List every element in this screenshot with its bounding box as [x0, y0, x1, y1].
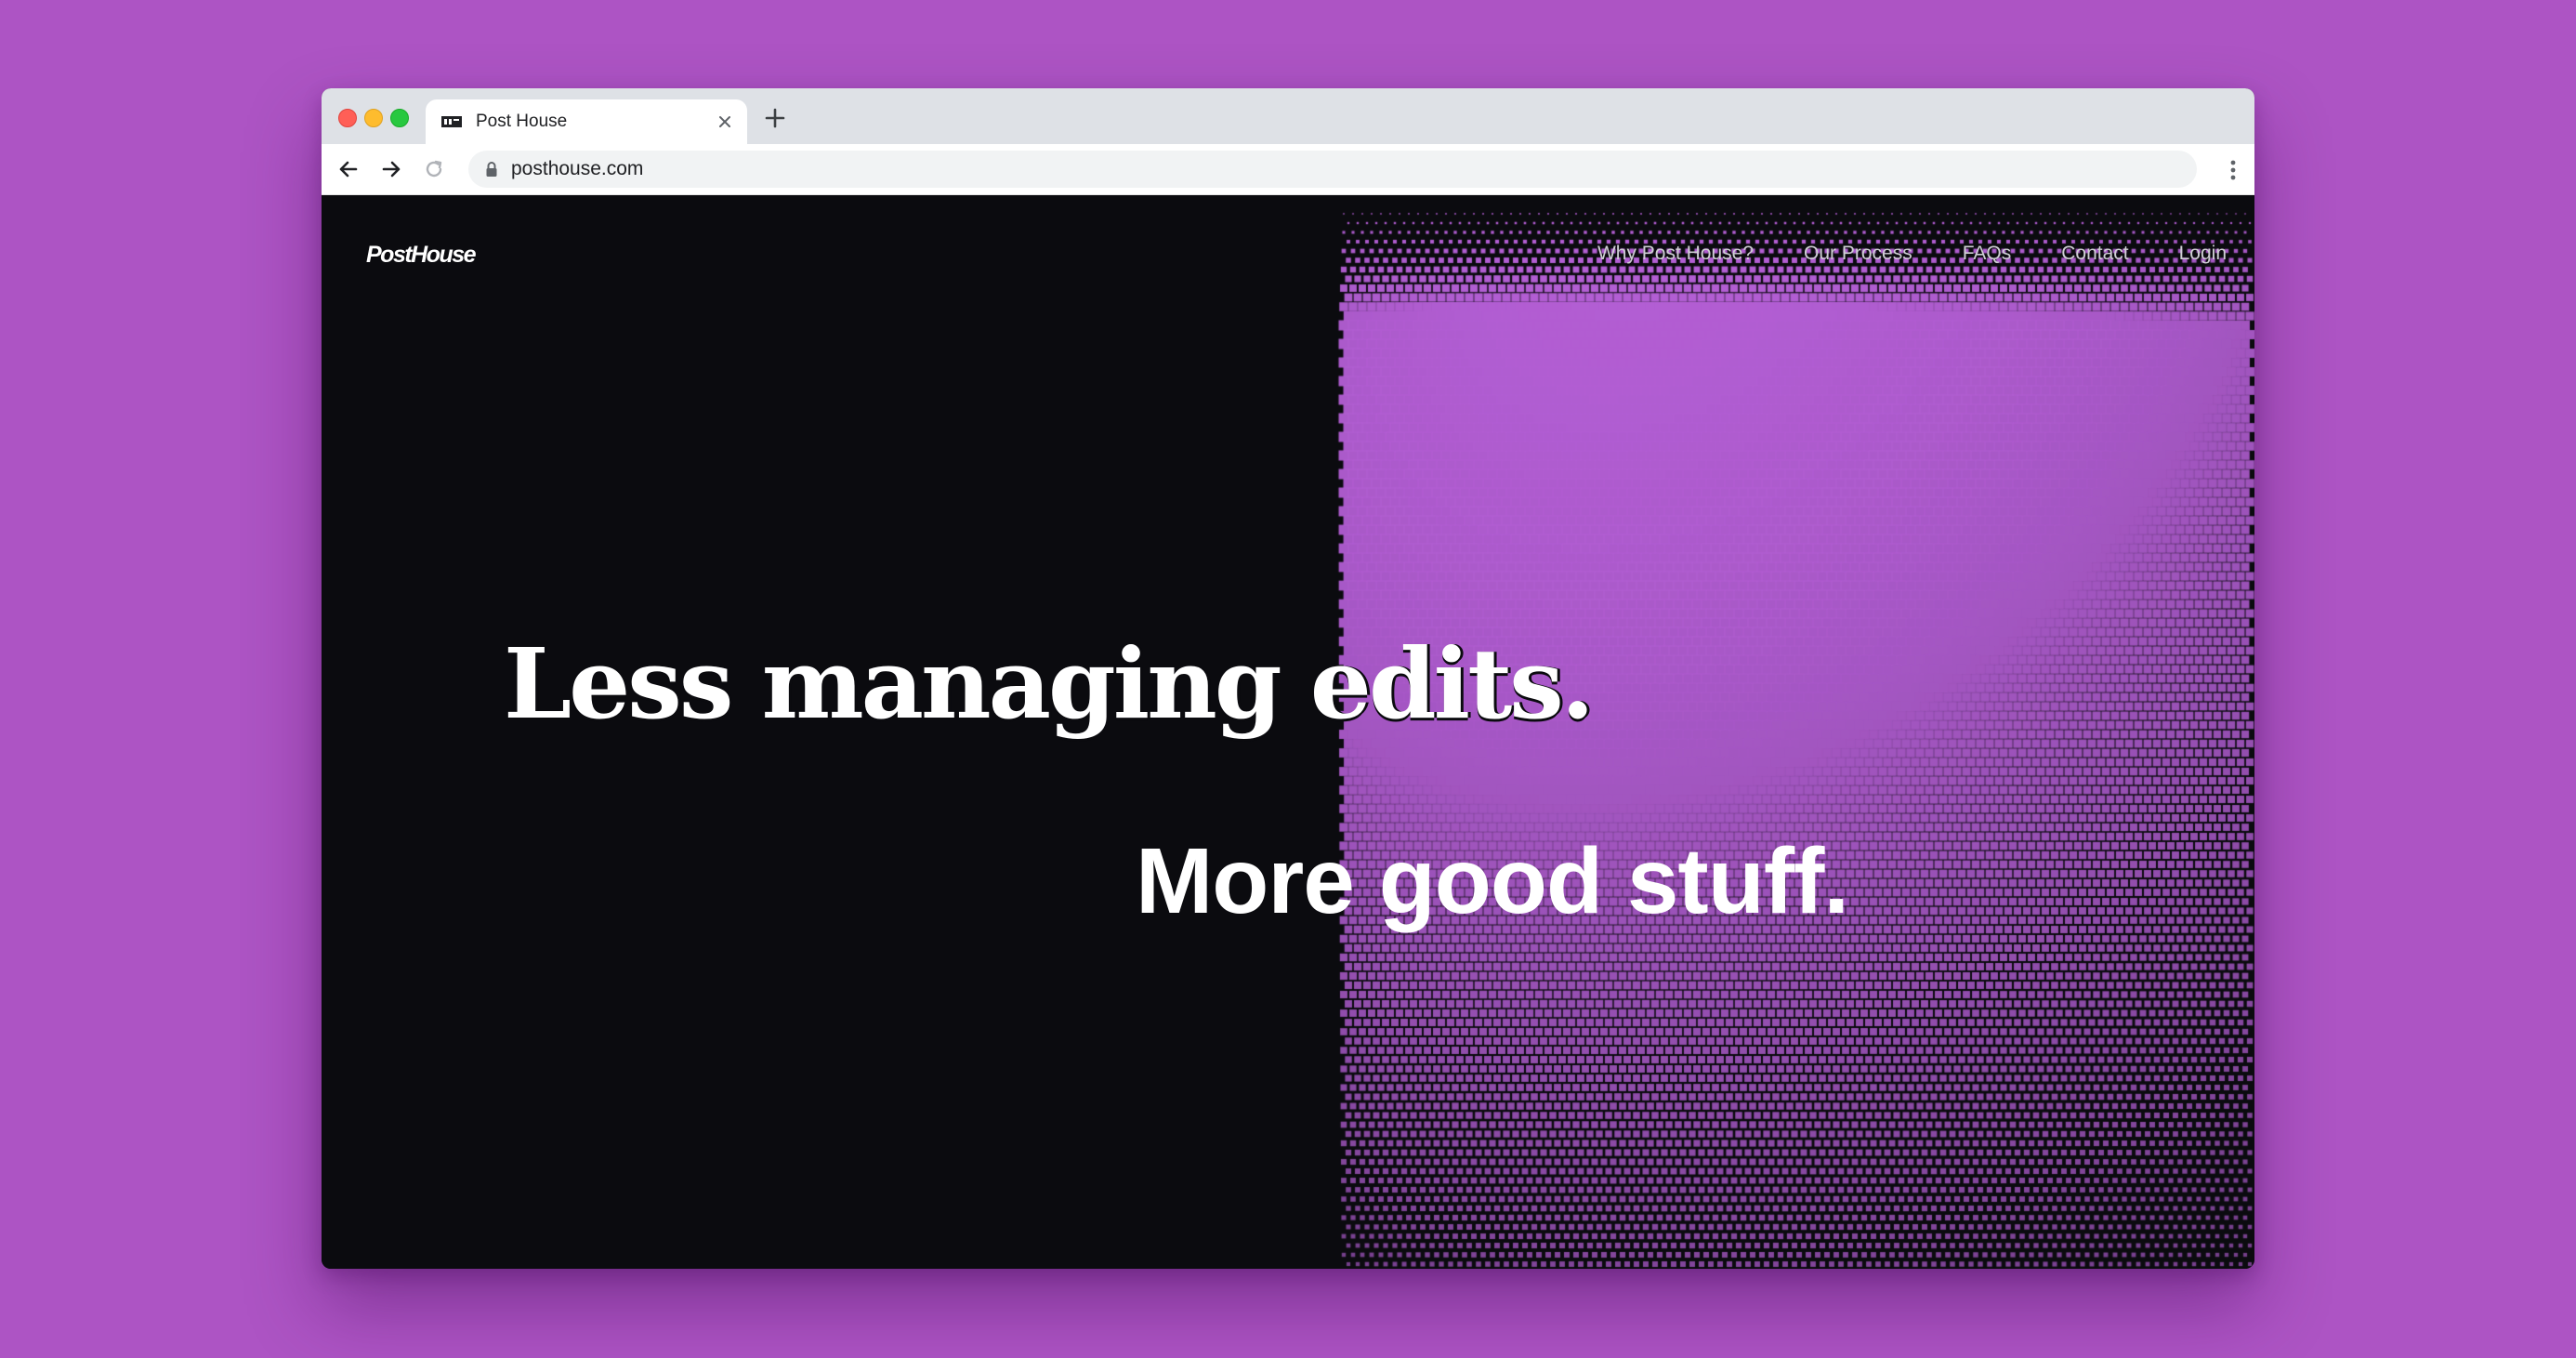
- minimize-window-button[interactable]: [364, 109, 383, 127]
- hero-headline-primary: Less managing edits.: [504, 626, 1595, 741]
- nav-link-why-post-house[interactable]: Why Post House?: [1597, 243, 1754, 265]
- address-bar[interactable]: posthouse.com: [468, 151, 2197, 188]
- arrow-left-icon[interactable]: [336, 157, 361, 181]
- site-logo[interactable]: PostHouse: [366, 242, 477, 269]
- close-icon[interactable]: [716, 112, 734, 131]
- maximize-window-button[interactable]: [390, 109, 409, 127]
- posthouse-favicon-icon: [441, 116, 462, 127]
- nav-link-contact[interactable]: Contact: [2061, 243, 2128, 265]
- tab-title: Post House: [476, 112, 568, 131]
- site-navigation: Why Post House? Our Process FAQs Contact…: [1597, 243, 2227, 265]
- arrow-right-icon[interactable]: [379, 157, 403, 181]
- page-viewport: PostHouse Why Post House? Our Process FA…: [322, 195, 2254, 1269]
- browser-toolbar: posthouse.com: [322, 144, 2254, 195]
- more-vertical-icon[interactable]: [2228, 158, 2238, 182]
- plus-icon[interactable]: [762, 105, 788, 131]
- browser-window: Post House posthouse.com PostHouse Why P…: [322, 88, 2254, 1269]
- reload-icon[interactable]: [422, 157, 446, 181]
- browser-tab[interactable]: Post House: [426, 99, 747, 144]
- tab-strip: Post House: [322, 88, 2254, 144]
- close-window-button[interactable]: [338, 109, 357, 127]
- hero-headline-secondary: More good stuff.: [1136, 829, 1849, 933]
- nav-link-faqs[interactable]: FAQs: [1963, 243, 2012, 265]
- nav-link-our-process[interactable]: Our Process: [1804, 243, 1912, 265]
- nav-link-login[interactable]: Login: [2179, 243, 2227, 265]
- lock-icon: [486, 162, 497, 177]
- url-text: posthouse.com: [511, 158, 644, 179]
